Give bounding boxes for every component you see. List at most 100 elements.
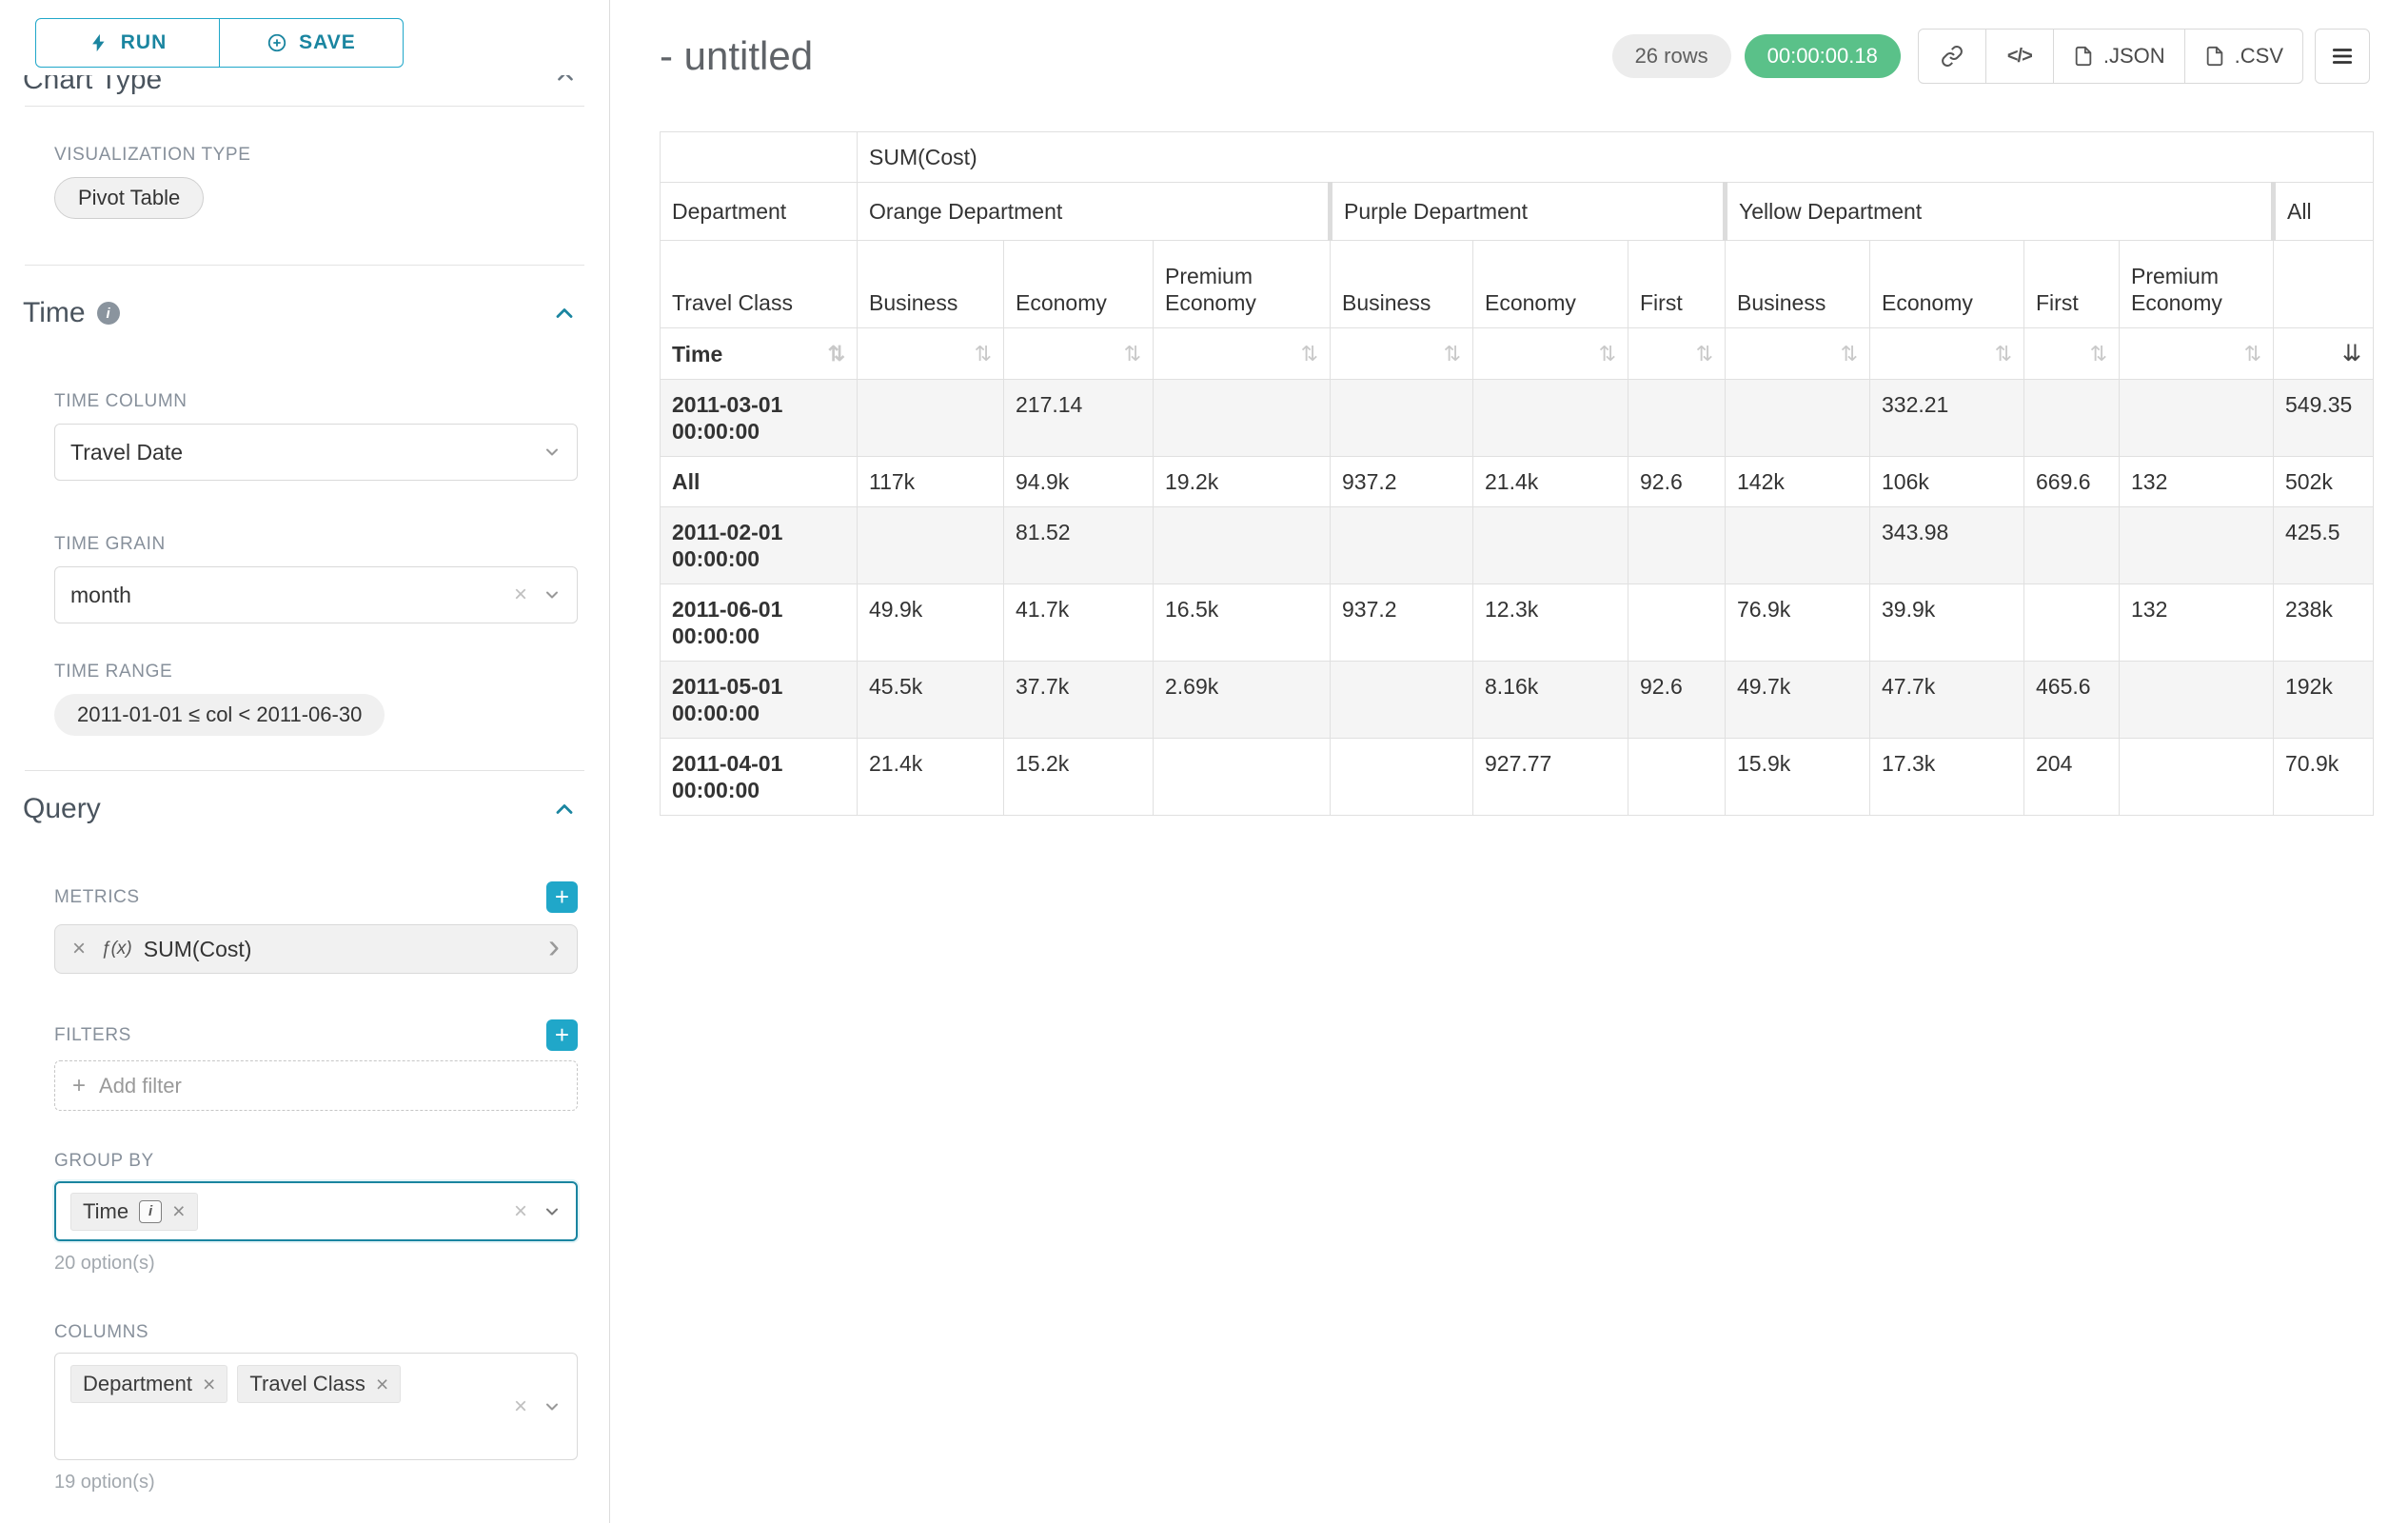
pivot-value-cell [2024,380,2120,457]
pivot-class-header: Economy [1870,241,2024,328]
chevron-down-icon[interactable] [543,443,562,462]
sort-icon[interactable]: ⇅ [1995,342,2012,366]
export-json-button[interactable]: .JSON [2053,29,2185,84]
sort-descending-icon[interactable]: ⇊ [2342,341,2361,366]
file-icon [2204,46,2225,67]
time-column-label: TIME COLUMN [54,391,578,412]
chevron-down-icon[interactable] [543,585,562,604]
save-button[interactable]: SAVE [219,18,404,68]
export-csv-button[interactable]: .CSV [2184,29,2303,84]
chevron-up-icon[interactable] [551,300,578,326]
pivot-value-cell: 17.3k [1870,739,2024,816]
selected-option-tag[interactable]: Timei× [70,1193,198,1231]
add-metric-button[interactable]: + [546,881,578,913]
pivot-value-cell [2120,380,2274,457]
sort-icon[interactable]: ⇅ [1696,342,1713,366]
sort-icon[interactable]: ⇅ [975,342,992,366]
chart-title[interactable]: - untitled [660,33,813,79]
pivot-value-cell: 92.6 [1628,662,1726,739]
pivot-value-cell [1331,507,1473,584]
pivot-value-cell: 49.9k [858,584,1004,662]
time-range-pill[interactable]: 2011-01-01 ≤ col < 2011-06-30 [54,694,385,736]
remove-tag-icon[interactable]: × [203,1374,215,1395]
pivot-value-cell: 106k [1870,457,2024,507]
columns-select[interactable]: Department× Travel Class× × [54,1353,578,1460]
chart-header: - untitled 26 rows 00:00:00.18 </> [660,29,2370,84]
chevron-up-icon[interactable] [551,796,578,822]
sort-icon[interactable]: ⇅ [1841,342,1858,366]
pivot-value-cell [1628,380,1726,457]
time-column-select[interactable]: Travel Date [54,424,578,481]
column-info-badge[interactable]: i [139,1200,162,1223]
pivot-department-header: Purple Department [1331,183,1726,241]
remove-metric-icon[interactable]: × [72,936,86,962]
pivot-sort-header[interactable]: ⇅ [1628,328,1726,380]
pivot-sort-header[interactable]: ⇅ [1726,328,1870,380]
run-button[interactable]: RUN [35,18,220,68]
sort-icon[interactable]: ⇅ [2090,342,2107,366]
group-by-tags: Timei× [70,1193,514,1231]
plus-circle-icon [266,32,287,53]
lightning-icon [89,32,109,53]
sort-icon[interactable]: ⇅ [1599,342,1616,366]
sort-icon[interactable]: ⇅ [2244,342,2261,366]
pivot-sort-header[interactable]: ⇅ [2120,328,2274,380]
pivot-value-cell [1331,380,1473,457]
remove-tag-icon[interactable]: × [376,1374,388,1395]
columns-label: COLUMNS [54,1322,578,1343]
time-grain-value: month [70,583,131,608]
embed-code-button[interactable]: </> [1985,29,2054,84]
pivot-sort-header[interactable]: ⇅ [1473,328,1628,380]
time-range-label: TIME RANGE [54,662,578,682]
sort-icon[interactable]: ⇅ [828,341,845,367]
pivot-sort-header[interactable]: ⇅ [858,328,1004,380]
time-column-value: Travel Date [70,440,183,465]
sort-icon[interactable]: ⇅ [1301,342,1318,366]
group-by-select[interactable]: Timei× × [54,1181,578,1241]
pivot-sort-header[interactable]: ⇅ [2024,328,2120,380]
pivot-travel-class-row: Travel ClassBusinessEconomyPremium Econo… [661,241,2374,328]
pivot-sort-header[interactable]: ⇅ [1154,328,1331,380]
pivot-sort-header[interactable]: ⇅ [1870,328,2024,380]
query-section-header[interactable]: Query [23,790,578,828]
sort-icon[interactable]: ⇅ [1444,342,1461,366]
pivot-row-dimension-header[interactable]: Time⇅ [661,328,858,380]
pivot-class-header: Economy [1004,241,1154,328]
pivot-value-cell [1473,380,1628,457]
more-options-button[interactable] [2315,29,2370,84]
chevron-down-icon[interactable] [543,1397,562,1416]
time-section-header[interactable]: Time i [23,294,578,332]
time-grain-select[interactable]: month × [54,566,578,623]
selected-option-tag[interactable]: Travel Class× [237,1365,401,1403]
chart-type-section-clipped: Chart Type [0,75,609,100]
copy-link-button[interactable] [1918,29,1986,84]
sort-icon[interactable]: ⇅ [1124,342,1141,366]
pivot-sort-header[interactable]: ⇅ [1331,328,1473,380]
clear-icon[interactable]: × [514,1200,527,1223]
remove-tag-icon[interactable]: × [172,1200,185,1222]
superset-explore-app: RUN SAVE Chart Type VISUALIZATION TYPE P… [0,0,2408,1523]
add-filter-button[interactable]: + [546,1019,578,1051]
viz-type-pill[interactable]: Pivot Table [54,177,204,219]
pivot-value-cell [2024,584,2120,662]
pivot-sort-header[interactable]: ⇊ [2274,328,2374,380]
link-icon [1941,45,1964,68]
pivot-sort-header[interactable]: ⇅ [1004,328,1154,380]
pivot-class-header: Premium Economy [1154,241,1331,328]
chevron-up-icon[interactable] [553,75,578,89]
pivot-value-cell [1628,739,1726,816]
chevron-right-icon[interactable]: › [548,929,560,963]
metric-chip[interactable]: × ƒ(x) SUM(Cost) › [54,924,578,974]
pivot-value-cell [2120,662,2274,739]
clear-icon[interactable]: × [514,1395,527,1418]
pivot-class-header: Premium Economy [2120,241,2274,328]
clear-icon[interactable]: × [514,583,527,606]
metric-chip-label: SUM(Cost) [144,937,252,962]
pivot-col-dimension-label: Department [661,183,858,241]
section-divider [25,106,584,107]
add-filter-dropzone[interactable]: + Add filter [54,1060,578,1111]
info-icon[interactable]: i [97,302,120,325]
selected-option-tag[interactable]: Department× [70,1365,227,1403]
chevron-down-icon[interactable] [543,1202,562,1221]
hamburger-menu-icon [2330,44,2355,69]
